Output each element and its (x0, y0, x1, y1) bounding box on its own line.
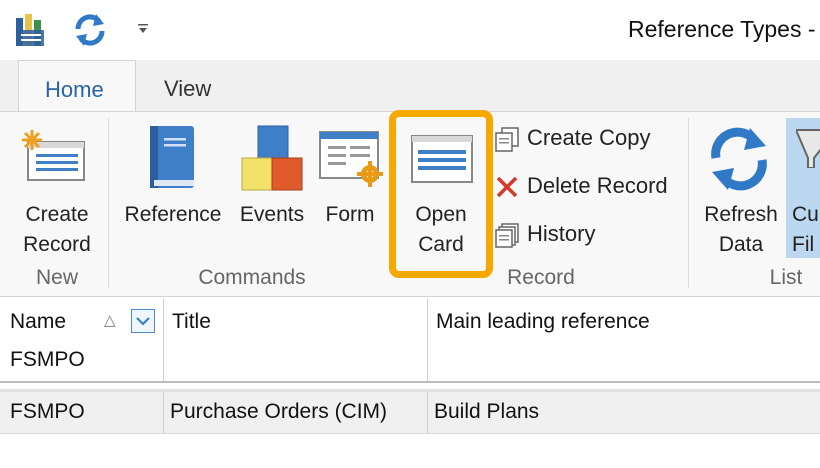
refresh-icon[interactable] (72, 12, 108, 53)
ribbon-separator (108, 118, 109, 288)
delete-x-icon (496, 176, 518, 198)
refresh-data-icon (711, 127, 767, 191)
history-icon (495, 223, 519, 248)
cell-title: Purchase Orders (CIM) (170, 400, 388, 423)
column-header-name-label: Name (10, 310, 67, 333)
create-copy-button[interactable]: Create Copy (494, 122, 674, 156)
history-button[interactable]: History (494, 218, 614, 252)
create-copy-icon (495, 127, 519, 152)
title-bar: Reference Types - (0, 0, 820, 60)
sort-triangle-icon[interactable]: △ (104, 311, 116, 329)
cell-divider (427, 392, 428, 434)
history-label: History (527, 221, 596, 246)
form-label: Form (325, 203, 375, 226)
column-header-title-label: Title (172, 310, 211, 333)
group-label-record: Record (507, 266, 575, 289)
customize-label-1: Cu (792, 203, 819, 226)
events-label: Events (239, 203, 305, 226)
refresh-data-button[interactable]: Refresh Data (698, 120, 784, 260)
group-label-list: List (769, 266, 803, 289)
column-header-main-leading-reference-label: Main leading reference (436, 310, 650, 333)
form-button[interactable]: Form (314, 120, 386, 260)
tab-home[interactable]: Home (18, 60, 136, 112)
open-card-highlight (389, 110, 493, 278)
events-blocks-icon (241, 125, 303, 191)
column-filter-dropdown[interactable] (131, 309, 155, 333)
customize-arrow-icon[interactable] (136, 22, 150, 40)
customize-filter-button[interactable]: Cu Fil (786, 118, 820, 258)
window-title: Reference Types - (628, 16, 816, 42)
create-record-label-2: Record (23, 233, 91, 256)
reference-book-icon (150, 126, 194, 188)
create-record-label-1: Create (25, 203, 89, 226)
delete-record-button[interactable]: Delete Record (494, 170, 684, 204)
tab-home-label: Home (45, 77, 104, 102)
create-record-button[interactable]: Create Record (10, 120, 104, 260)
database-icon[interactable] (14, 12, 48, 53)
reference-label: Reference (124, 203, 222, 226)
group-label-new: New (35, 266, 78, 289)
tab-view[interactable]: View (164, 76, 211, 102)
refresh-data-label-1: Refresh (704, 203, 778, 226)
events-button[interactable]: Events (232, 120, 312, 260)
reference-button[interactable]: Reference (118, 120, 228, 260)
cell-divider (163, 392, 164, 434)
ribbon-separator (688, 118, 689, 288)
group-label-commands: Commands (198, 266, 306, 289)
name-filter-value[interactable]: FSMPO (10, 348, 85, 372)
delete-record-label: Delete Record (527, 173, 668, 198)
column-header-title[interactable]: Title (164, 298, 428, 382)
refresh-data-label-2: Data (718, 233, 764, 256)
create-copy-label: Create Copy (527, 125, 651, 150)
form-settings-icon (319, 131, 383, 187)
customize-label-2: Fil (792, 233, 815, 256)
cell-main-leading-reference: Build Plans (434, 400, 540, 423)
create-record-icon (22, 130, 85, 181)
column-header-main-leading-reference[interactable]: Main leading reference (428, 298, 820, 382)
table-row[interactable] (0, 392, 820, 434)
header-divider (0, 381, 820, 383)
filter-funnel-icon (796, 129, 820, 168)
cell-name: FSMPO (10, 400, 85, 423)
chevron-down-icon (136, 317, 150, 326)
